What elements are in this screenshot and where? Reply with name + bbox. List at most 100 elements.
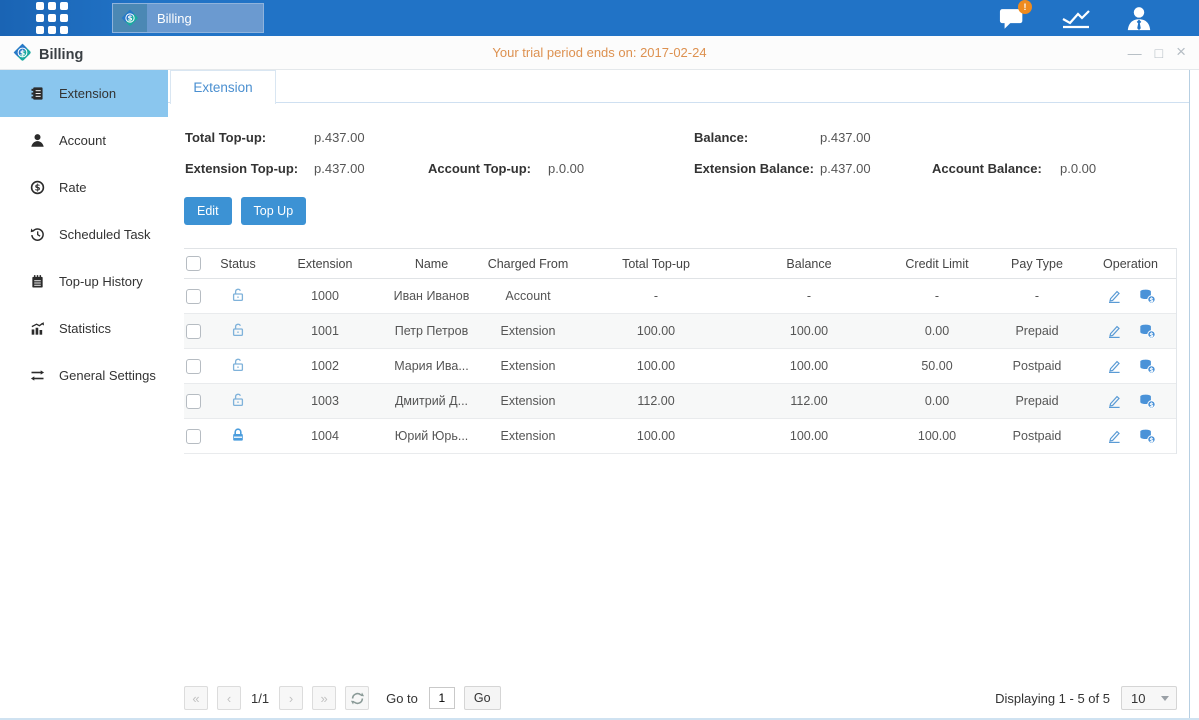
cell-extension: 1000 [264,289,386,303]
sidebar-item-topup-history[interactable]: Top-up History [0,258,168,305]
cell-pay-type: Postpaid [989,359,1085,373]
table-row: 1001Петр ПетровExtension100.00100.000.00… [184,314,1176,349]
top-up-button[interactable]: Top Up [241,197,307,225]
svg-text:$: $ [35,182,41,192]
edit-row-icon[interactable] [1106,393,1122,409]
topup-row-icon[interactable]: $ [1139,323,1156,339]
stats-icon [30,321,46,337]
row-checkbox[interactable] [186,394,201,409]
sidebar-item-general-settings[interactable]: General Settings [0,352,168,399]
cell-extension: 1003 [264,394,386,408]
sidebar-item-account[interactable]: Account [0,117,168,164]
cell-name: Юрий Юрь... [386,429,477,443]
sidebar: ExtensionAccount$RateScheduled Task Top-u… [0,70,168,720]
tab-extension[interactable]: Extension [170,70,276,104]
trial-notice: Your trial period ends on: 2017-02-24 [0,45,1199,60]
topup-row-icon[interactable]: $ [1139,428,1156,444]
cell-total-topup: - [579,289,733,303]
pagination-bar: « ‹ 1/1 › » Go to Go Displaying 1 - 5 of… [184,685,1177,711]
go-button[interactable]: Go [464,686,501,710]
first-page-button[interactable]: « [184,686,208,710]
edit-row-icon[interactable] [1106,323,1122,339]
sidebar-item-statistics[interactable]: Statistics [0,305,168,352]
column-header: Pay Type [989,257,1085,271]
row-checkbox[interactable] [186,429,201,444]
cell-name: Дмитрий Д... [386,394,477,408]
svg-text:$: $ [127,14,132,23]
goto-page-input[interactable] [429,687,455,709]
cell-charged-from: Account [477,289,579,303]
taskbar-billing-tab[interactable]: $ Billing [112,3,264,33]
table-row: 1002Мария Ива...Extension100.00100.0050.… [184,349,1176,384]
cell-credit-limit: 0.00 [885,394,989,408]
unlocked-icon[interactable] [230,287,246,303]
chevron-down-icon [1161,696,1169,701]
refresh-icon[interactable] [345,686,369,710]
table-row: 1000Иван ИвановAccount----$ [184,279,1176,314]
sidebar-item-label: General Settings [59,368,156,383]
cell-balance: 100.00 [733,359,885,373]
close-button[interactable]: × [1176,44,1186,62]
table-row: 1004Юрий Юрь...Extension100.00100.00100.… [184,419,1176,454]
edit-button[interactable]: Edit [184,197,232,225]
cell-extension: 1004 [264,429,386,443]
messages-badge: ! [1018,0,1032,14]
cell-pay-type: Prepaid [989,394,1085,408]
cell-pay-type: - [989,289,1085,303]
column-header: Status [212,257,264,271]
notebook-icon [30,274,46,290]
sidebar-item-rate[interactable]: $Rate [0,164,168,211]
last-page-button[interactable]: » [312,686,336,710]
panel-right-edge [1189,70,1190,720]
dollar-icon: $ [30,180,46,196]
cell-balance: 100.00 [733,324,885,338]
table-row: 1003Дмитрий Д...Extension112.00112.000.0… [184,384,1176,419]
sidebar-item-label: Statistics [59,321,111,336]
statistics-chart-icon[interactable] [1060,4,1092,32]
svg-text:$: $ [1149,332,1153,339]
edit-row-icon[interactable] [1106,428,1122,444]
cell-name: Петр Петров [386,324,477,338]
topup-row-icon[interactable]: $ [1139,288,1156,304]
sidebar-item-extension[interactable]: Extension [0,70,168,117]
messages-icon[interactable]: ! [997,4,1029,32]
prev-page-button[interactable]: ‹ [217,686,241,710]
svg-text:$: $ [1149,402,1153,409]
edit-row-icon[interactable] [1106,358,1122,374]
svg-text:$: $ [1149,437,1153,444]
topup-row-icon[interactable]: $ [1139,358,1156,374]
next-page-button[interactable]: › [279,686,303,710]
unlocked-icon[interactable] [230,392,246,408]
maximize-button[interactable]: □ [1155,44,1163,62]
window-titlebar: $ Billing Your trial period ends on: 201… [0,36,1199,70]
topup-row-icon[interactable]: $ [1139,393,1156,409]
goto-label: Go to [386,691,418,706]
unlocked-icon[interactable] [230,357,246,373]
cell-total-topup: 112.00 [579,394,733,408]
row-checkbox[interactable] [186,359,201,374]
minimize-button[interactable]: — [1128,44,1142,62]
page-size-select[interactable]: 10 [1121,686,1177,710]
extension-balance-label: Extension Balance: [694,161,820,176]
total-topup-value: p.437.00 [314,130,365,145]
sidebar-item-scheduled-task[interactable]: Scheduled Task [0,211,168,258]
cell-balance: 112.00 [733,394,885,408]
cell-credit-limit: - [885,289,989,303]
edit-row-icon[interactable] [1106,288,1122,304]
row-checkbox[interactable] [186,289,201,304]
column-header: Name [386,257,477,271]
settings-icon [30,368,46,384]
row-checkbox[interactable] [186,324,201,339]
apps-grid-icon[interactable] [33,3,71,33]
user-account-icon[interactable] [1123,4,1155,32]
locked-icon[interactable] [230,427,246,443]
extension-balance-value: p.437.00 [820,161,932,176]
extension-table: StatusExtensionNameCharged FromTotal Top… [184,248,1177,454]
sidebar-item-label: Top-up History [59,274,143,289]
cell-total-topup: 100.00 [579,359,733,373]
cell-extension: 1002 [264,359,386,373]
select-all-checkbox[interactable] [186,256,201,271]
unlocked-icon[interactable] [230,322,246,338]
cell-total-topup: 100.00 [579,429,733,443]
account-balance-label: Account Balance: [932,161,1060,176]
